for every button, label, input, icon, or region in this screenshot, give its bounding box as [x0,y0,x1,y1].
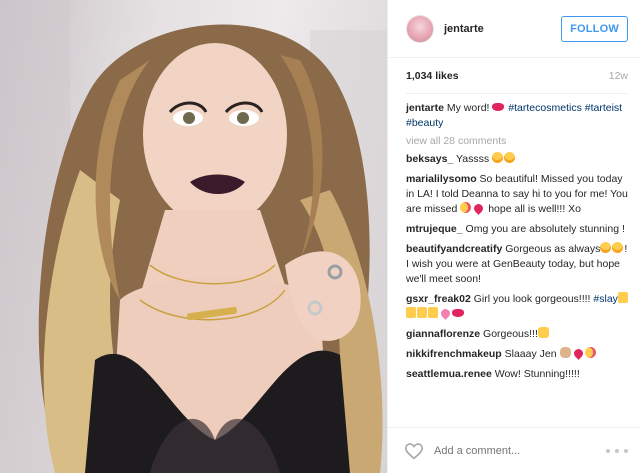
comment: beautifyandcreatify Gorgeous as always! … [406,242,630,287]
post-side-panel: jentarte FOLLOW 1,034 likes 12w jentarte… [387,0,640,473]
comment-text: Gorgeous as always [505,243,601,255]
like-count[interactable]: 1,034 likes [406,70,459,86]
comment-username[interactable]: beautifyandcreatify [406,243,502,255]
comment-username[interactable]: nikkifrenchmakeup [406,348,502,360]
like-button[interactable] [402,440,426,462]
red-heart-emoji-icon [472,202,486,215]
divider [406,93,628,94]
heart-eyes-emoji-icon [504,152,516,163]
raised-hands-emoji-icon [617,292,628,303]
comment-username[interactable]: mtrujeque_ [406,223,463,235]
comment-text-continued: hope all is well!!! Xo [488,203,582,215]
ok-hand-emoji-icon [559,347,571,358]
comment-username[interactable]: seattlemua.renee [406,368,492,380]
comment-text: Slaaay Jen [504,348,557,360]
heart-eyes-emoji-icon [492,152,504,163]
ellipsis-icon [606,448,610,453]
post-header: jentarte FOLLOW [388,0,640,58]
comment-text: Girl you look gorgeous!!!! [473,293,591,305]
hashtag-link[interactable]: #tarteist [585,102,622,114]
post-caption: jentarte My word! #tartecosmetics #tarte… [406,101,630,131]
comment: mtrujeque_ Omg you are absolutely stunni… [406,222,630,237]
kiss-emoji-icon [584,347,596,358]
ellipsis-icon [624,448,628,453]
view-all-comments-link[interactable]: view all 28 comments [406,134,630,149]
raised-hands-emoji-icon [417,307,427,318]
avatar[interactable] [406,14,434,43]
comment: gsxr_freak02 Girl you look gorgeous!!!! … [406,292,630,322]
instagram-post: jentarte FOLLOW 1,034 likes 12w jentarte… [0,0,640,473]
post-photo[interactable] [0,0,387,473]
comment-list: jentarte My word! #tartecosmetics #tarte… [406,101,630,387]
red-heart-emoji-icon [571,347,585,360]
comment-username[interactable]: marialilysomo [406,173,477,185]
comment: seattlemua.renee Wow! Stunning!!!!! [406,367,630,382]
caption-username[interactable]: jentarte [406,102,444,114]
raised-hands-emoji-icon [428,307,438,318]
post-stats: 1,034 likes 12w [406,70,628,86]
heart-outline-icon [404,442,424,459]
comment-text: Omg you are absolutely stunning ! [465,223,625,235]
author-username[interactable]: jentarte [444,23,484,35]
add-comment-input[interactable] [434,444,606,457]
comment-text: Yassss [456,153,490,165]
portrait-illustration [0,0,387,473]
comment: giannaflorenze Gorgeous!!! [406,327,630,342]
lips-emoji-icon [492,103,505,111]
clapping-emoji-icon [537,327,549,338]
more-options-button[interactable] [606,444,628,458]
heart-eyes-emoji-icon [600,242,612,253]
hashtag-link[interactable]: #beauty [406,117,443,129]
caption-text: My word! [446,102,490,114]
raised-hands-emoji-icon [406,307,416,318]
ellipsis-icon [615,448,619,453]
follow-button[interactable]: FOLLOW [561,15,628,42]
hashtag-link[interactable]: #slay [593,293,618,305]
hashtag-link[interactable]: #tartecosmetics [508,102,582,114]
post-age[interactable]: 12w [609,70,628,86]
comment-footer [388,427,640,473]
comment: marialilysomo So beautiful! Missed you t… [406,172,630,217]
lips-emoji-icon [452,309,464,317]
comment-username[interactable]: gsxr_freak02 [406,293,471,305]
comment-text: Gorgeous!!! [483,328,538,340]
heart-eyes-emoji-icon [612,242,624,253]
comment-username[interactable]: beksays_ [406,153,453,165]
comment: beksays_ Yassss [406,152,630,167]
comment-username[interactable]: giannaflorenze [406,328,480,340]
pink-heart-emoji-icon [439,307,452,320]
kiss-emoji-icon [460,202,472,213]
comment: nikkifrenchmakeup Slaaay Jen [406,347,630,362]
comment-text: Wow! Stunning!!!!! [494,368,580,380]
